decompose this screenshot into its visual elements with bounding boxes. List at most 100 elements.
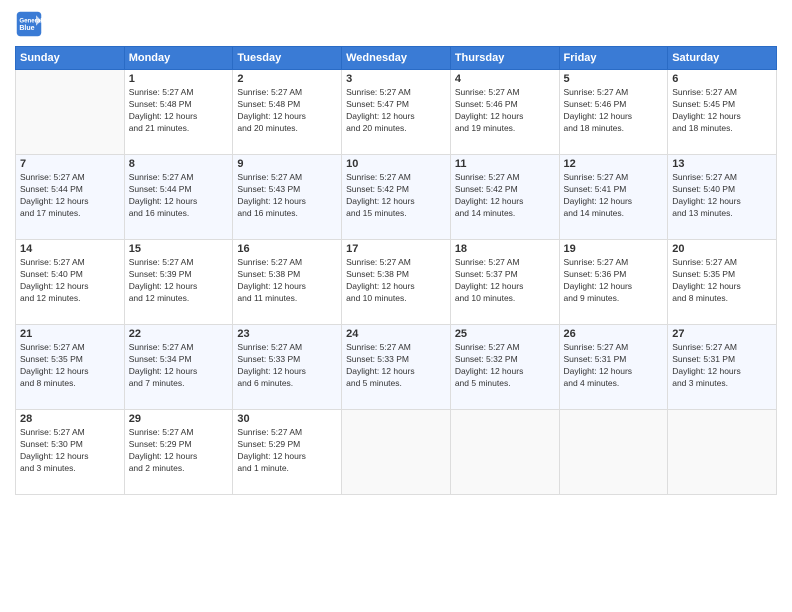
calendar-cell: 10 Sunrise: 5:27 AMSunset: 5:42 PMDayligh…: [342, 155, 451, 240]
cell-content: Sunrise: 5:27 AMSunset: 5:36 PMDaylight:…: [564, 257, 664, 305]
page-header: General Blue: [15, 10, 777, 38]
cell-content: Sunrise: 5:27 AMSunset: 5:46 PMDaylight:…: [564, 87, 664, 135]
cell-content: Sunrise: 5:27 AMSunset: 5:29 PMDaylight:…: [237, 427, 337, 475]
calendar-cell: [668, 410, 777, 495]
calendar-cell: 2Sunrise: 5:27 AMSunset: 5:48 PMDaylight…: [233, 70, 342, 155]
day-number: 5: [564, 73, 664, 85]
cell-content: Sunrise: 5:27 AMSunset: 5:46 PMDaylight:…: [455, 87, 555, 135]
cell-content: Sunrise: 5:27 AMSunset: 5:32 PMDaylight:…: [455, 342, 555, 390]
day-number: 2: [237, 73, 337, 85]
cell-content: Sunrise: 5:27 AMSunset: 5:33 PMDaylight:…: [237, 342, 337, 390]
calendar-cell: 30 Sunrise: 5:27 AMSunset: 5:29 PMDayligh…: [233, 410, 342, 495]
day-number: 1: [129, 73, 229, 85]
calendar-cell: 7 Sunrise: 5:27 AMSunset: 5:44 PMDaylight…: [16, 155, 125, 240]
logo-icon: General Blue: [15, 10, 43, 38]
cell-content: Sunrise: 5:27 AMSunset: 5:29 PMDaylight:…: [129, 427, 229, 475]
calendar-cell: 12 Sunrise: 5:27 AMSunset: 5:41 PMDayligh…: [559, 155, 668, 240]
cell-content: Sunrise: 5:27 AMSunset: 5:44 PMDaylight:…: [20, 172, 120, 220]
calendar-week-1: 1Sunrise: 5:27 AMSunset: 5:48 PMDaylight…: [16, 70, 777, 155]
col-header-wednesday: Wednesday: [342, 47, 451, 70]
calendar-week-5: 28 Sunrise: 5:27 AMSunset: 5:30 PMDayligh…: [16, 410, 777, 495]
calendar-cell: 19 Sunrise: 5:27 AMSunset: 5:36 PMDayligh…: [559, 240, 668, 325]
col-header-thursday: Thursday: [450, 47, 559, 70]
day-number: 28: [20, 413, 120, 425]
calendar: SundayMondayTuesdayWednesdayThursdayFrid…: [15, 46, 777, 495]
calendar-cell: 15 Sunrise: 5:27 AMSunset: 5:39 PMDayligh…: [124, 240, 233, 325]
day-number: 18: [455, 243, 555, 255]
calendar-cell: 5 Sunrise: 5:27 AMSunset: 5:46 PMDaylight…: [559, 70, 668, 155]
calendar-cell: 22 Sunrise: 5:27 AMSunset: 5:34 PMDayligh…: [124, 325, 233, 410]
calendar-cell: 8 Sunrise: 5:27 AMSunset: 5:44 PMDaylight…: [124, 155, 233, 240]
calendar-cell: 9 Sunrise: 5:27 AMSunset: 5:43 PMDaylight…: [233, 155, 342, 240]
calendar-week-3: 14 Sunrise: 5:27 AMSunset: 5:40 PMDayligh…: [16, 240, 777, 325]
cell-content: Sunrise: 5:27 AMSunset: 5:37 PMDaylight:…: [455, 257, 555, 305]
calendar-cell: 26 Sunrise: 5:27 AMSunset: 5:31 PMDayligh…: [559, 325, 668, 410]
day-number: 19: [564, 243, 664, 255]
calendar-cell: [450, 410, 559, 495]
svg-text:Blue: Blue: [19, 25, 34, 32]
day-number: 27: [672, 328, 772, 340]
day-number: 4: [455, 73, 555, 85]
cell-content: Sunrise: 5:27 AMSunset: 5:41 PMDaylight:…: [564, 172, 664, 220]
calendar-cell: 1Sunrise: 5:27 AMSunset: 5:48 PMDaylight…: [124, 70, 233, 155]
day-number: 17: [346, 243, 446, 255]
cell-content: Sunrise: 5:27 AMSunset: 5:38 PMDaylight:…: [237, 257, 337, 305]
day-number: 22: [129, 328, 229, 340]
day-number: 16: [237, 243, 337, 255]
cell-content: Sunrise: 5:27 AMSunset: 5:43 PMDaylight:…: [237, 172, 337, 220]
calendar-cell: 16 Sunrise: 5:27 AMSunset: 5:38 PMDayligh…: [233, 240, 342, 325]
day-number: 7: [20, 158, 120, 170]
calendar-cell: 28 Sunrise: 5:27 AMSunset: 5:30 PMDayligh…: [16, 410, 125, 495]
cell-content: Sunrise: 5:27 AMSunset: 5:39 PMDaylight:…: [129, 257, 229, 305]
calendar-cell: [559, 410, 668, 495]
cell-content: Sunrise: 5:27 AMSunset: 5:35 PMDaylight:…: [20, 342, 120, 390]
calendar-cell: 20 Sunrise: 5:27 AMSunset: 5:35 PMDayligh…: [668, 240, 777, 325]
cell-content: Sunrise: 5:27 AMSunset: 5:33 PMDaylight:…: [346, 342, 446, 390]
cell-content: Sunrise: 5:27 AMSunset: 5:40 PMDaylight:…: [20, 257, 120, 305]
col-header-tuesday: Tuesday: [233, 47, 342, 70]
cell-content: Sunrise: 5:27 AMSunset: 5:42 PMDaylight:…: [346, 172, 446, 220]
calendar-cell: 18 Sunrise: 5:27 AMSunset: 5:37 PMDayligh…: [450, 240, 559, 325]
cell-content: Sunrise: 5:27 AMSunset: 5:44 PMDaylight:…: [129, 172, 229, 220]
calendar-cell: 6Sunrise: 5:27 AMSunset: 5:45 PMDaylight…: [668, 70, 777, 155]
day-number: 20: [672, 243, 772, 255]
calendar-week-2: 7 Sunrise: 5:27 AMSunset: 5:44 PMDaylight…: [16, 155, 777, 240]
cell-content: Sunrise: 5:27 AMSunset: 5:31 PMDaylight:…: [564, 342, 664, 390]
calendar-header-row: SundayMondayTuesdayWednesdayThursdayFrid…: [16, 47, 777, 70]
calendar-cell: 17 Sunrise: 5:27 AMSunset: 5:38 PMDayligh…: [342, 240, 451, 325]
day-number: 10: [346, 158, 446, 170]
cell-content: Sunrise: 5:27 AMSunset: 5:38 PMDaylight:…: [346, 257, 446, 305]
day-number: 3: [346, 73, 446, 85]
calendar-cell: [16, 70, 125, 155]
col-header-saturday: Saturday: [668, 47, 777, 70]
cell-content: Sunrise: 5:27 AMSunset: 5:45 PMDaylight:…: [672, 87, 772, 135]
day-number: 12: [564, 158, 664, 170]
cell-content: Sunrise: 5:27 AMSunset: 5:47 PMDaylight:…: [346, 87, 446, 135]
calendar-cell: 25Sunrise: 5:27 AMSunset: 5:32 PMDayligh…: [450, 325, 559, 410]
day-number: 9: [237, 158, 337, 170]
calendar-week-4: 21 Sunrise: 5:27 AMSunset: 5:35 PMDayligh…: [16, 325, 777, 410]
calendar-cell: 29Sunrise: 5:27 AMSunset: 5:29 PMDayligh…: [124, 410, 233, 495]
day-number: 8: [129, 158, 229, 170]
logo: General Blue: [15, 10, 47, 38]
day-number: 24: [346, 328, 446, 340]
day-number: 13: [672, 158, 772, 170]
day-number: 11: [455, 158, 555, 170]
calendar-cell: 24 Sunrise: 5:27 AMSunset: 5:33 PMDayligh…: [342, 325, 451, 410]
calendar-cell: 27 Sunrise: 5:27 AMSunset: 5:31 PMDayligh…: [668, 325, 777, 410]
cell-content: Sunrise: 5:27 AMSunset: 5:40 PMDaylight:…: [672, 172, 772, 220]
day-number: 30: [237, 413, 337, 425]
day-number: 21: [20, 328, 120, 340]
cell-content: Sunrise: 5:27 AMSunset: 5:30 PMDaylight:…: [20, 427, 120, 475]
calendar-cell: 11Sunrise: 5:27 AMSunset: 5:42 PMDayligh…: [450, 155, 559, 240]
day-number: 14: [20, 243, 120, 255]
cell-content: Sunrise: 5:27 AMSunset: 5:35 PMDaylight:…: [672, 257, 772, 305]
day-number: 26: [564, 328, 664, 340]
calendar-cell: [342, 410, 451, 495]
col-header-sunday: Sunday: [16, 47, 125, 70]
day-number: 15: [129, 243, 229, 255]
calendar-cell: 4 Sunrise: 5:27 AMSunset: 5:46 PMDaylight…: [450, 70, 559, 155]
col-header-friday: Friday: [559, 47, 668, 70]
cell-content: Sunrise: 5:27 AMSunset: 5:31 PMDaylight:…: [672, 342, 772, 390]
cell-content: Sunrise: 5:27 AMSunset: 5:34 PMDaylight:…: [129, 342, 229, 390]
